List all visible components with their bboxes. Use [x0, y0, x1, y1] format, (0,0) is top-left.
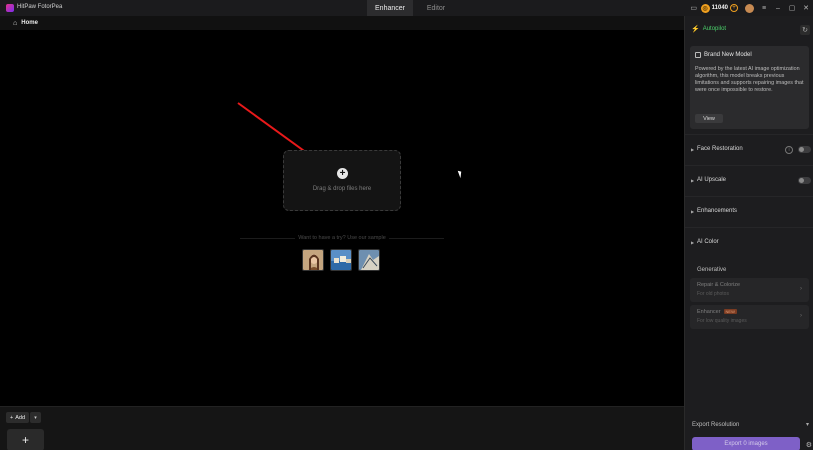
mouse-cursor — [457, 169, 464, 179]
export-resolution-row[interactable]: Export Resolution ▾ — [685, 418, 813, 432]
sample-image-coast[interactable] — [330, 249, 352, 271]
coin-icon: ◎ — [700, 3, 710, 13]
card-subtitle: For old photos — [697, 291, 729, 297]
settings-panel: ⚡ Autopilot ↻ Brand New Model Powered by … — [684, 16, 813, 450]
autopilot-toggle[interactable]: ⚡ Autopilot — [691, 25, 726, 33]
face-restoration-toggle[interactable] — [798, 146, 811, 153]
section-label: AI Color — [697, 239, 719, 245]
export-button[interactable]: Export 0 images — [692, 437, 800, 450]
caret-right-icon: ▶ — [691, 240, 695, 245]
chevron-right-icon: › — [800, 313, 802, 319]
titlebar-right: ▭ ◎ 11040 + ≡ – ▢ ✕ — [687, 0, 813, 16]
buy-credits-icon[interactable]: + — [730, 4, 738, 12]
section-label: Face Restoration — [697, 146, 743, 152]
menu-icon[interactable]: ≡ — [757, 0, 771, 16]
new-badge: NEW — [723, 309, 737, 315]
cube-icon — [695, 52, 701, 58]
gear-icon[interactable]: ⚙ — [806, 441, 812, 449]
chevron-right-icon: › — [800, 286, 802, 292]
section-ai-color[interactable]: ▶ AI Color — [685, 227, 813, 258]
repair-colorize-card[interactable]: Repair & Colorize For old photos › — [690, 278, 809, 302]
sample-prompt-label: Want to have a try? Use our sample — [295, 235, 389, 241]
sample-image-portrait[interactable] — [302, 249, 324, 271]
section-label: AI Upscale — [697, 177, 727, 183]
section-face-restoration[interactable]: ▶ Face Restoration i — [685, 134, 813, 165]
new-model-card: Brand New Model Powered by the latest AI… — [690, 46, 809, 129]
add-button[interactable]: + Add — [6, 412, 30, 423]
drop-zone[interactable]: + Drag & drop files here — [283, 150, 401, 211]
tab-enhancer[interactable]: Enhancer — [367, 0, 413, 16]
chevron-down-icon: ▾ — [805, 422, 809, 428]
card-title-text: Enhancer — [697, 309, 721, 315]
section-label: Enhancements — [697, 208, 738, 214]
sample-prompt: Want to have a try? Use our sample — [240, 235, 444, 241]
info-icon[interactable]: i — [785, 146, 793, 154]
section-ai-upscale[interactable]: ▶ AI Upscale — [685, 165, 813, 196]
app-title: HitPaw FotorPea — [17, 4, 63, 10]
model-card-description: Powered by the latest AI image optimizat… — [695, 66, 804, 93]
card-subtitle: For low quality images — [697, 318, 747, 324]
card-title: Enhancer NEW — [697, 309, 737, 315]
model-card-title-text: Brand New Model — [704, 52, 752, 58]
section-enhancements[interactable]: ▶ Enhancements — [685, 196, 813, 227]
bottom-bar: + Add ▾ + — [0, 406, 684, 450]
card-title: Repair & Colorize — [697, 282, 741, 288]
message-icon[interactable]: ▭ — [687, 0, 701, 16]
title-bar: HitPaw FotorPea Enhancer Editor ▭ ◎ 1104… — [0, 0, 813, 16]
model-card-title: Brand New Model — [695, 52, 752, 58]
breadcrumb: ⌂ Home — [0, 16, 684, 30]
view-button[interactable]: View — [695, 114, 723, 123]
mode-tabs: Enhancer Editor — [367, 0, 459, 16]
refresh-icon[interactable]: ↻ — [800, 25, 810, 35]
add-button-label: Add — [15, 414, 26, 421]
tab-editor[interactable]: Editor — [413, 0, 459, 16]
ai-upscale-toggle[interactable] — [798, 177, 811, 184]
caret-right-icon: ▶ — [691, 178, 695, 183]
caret-right-icon: ▶ — [691, 209, 695, 214]
home-icon[interactable]: ⌂ — [13, 20, 17, 27]
generative-enhancer-card[interactable]: Enhancer NEW For low quality images › — [690, 305, 809, 329]
caret-right-icon: ▶ — [691, 147, 695, 152]
minimize-icon[interactable]: – — [771, 0, 785, 16]
generative-title: Generative — [697, 267, 727, 273]
add-dropdown-chevron-icon[interactable]: ▾ — [30, 412, 41, 423]
maximize-icon[interactable]: ▢ — [785, 0, 799, 16]
avatar[interactable] — [745, 3, 754, 13]
export-resolution-label: Export Resolution — [692, 422, 740, 428]
sample-thumbnails — [302, 249, 380, 271]
bolt-icon: ⚡ — [691, 26, 700, 33]
close-icon[interactable]: ✕ — [799, 0, 813, 16]
drop-zone-text: Drag & drop files here — [312, 186, 372, 192]
app-logo-icon — [6, 4, 14, 12]
main-canvas: + Drag & drop files here Want to have a … — [0, 30, 684, 406]
sample-image-building[interactable] — [358, 249, 380, 271]
add-file-icon[interactable]: + — [337, 168, 348, 179]
autopilot-label: Autopilot — [702, 26, 727, 32]
add-image-tile[interactable]: + — [7, 429, 44, 450]
home-link[interactable]: Home — [21, 20, 38, 26]
credits-count: 11040 — [711, 5, 728, 11]
